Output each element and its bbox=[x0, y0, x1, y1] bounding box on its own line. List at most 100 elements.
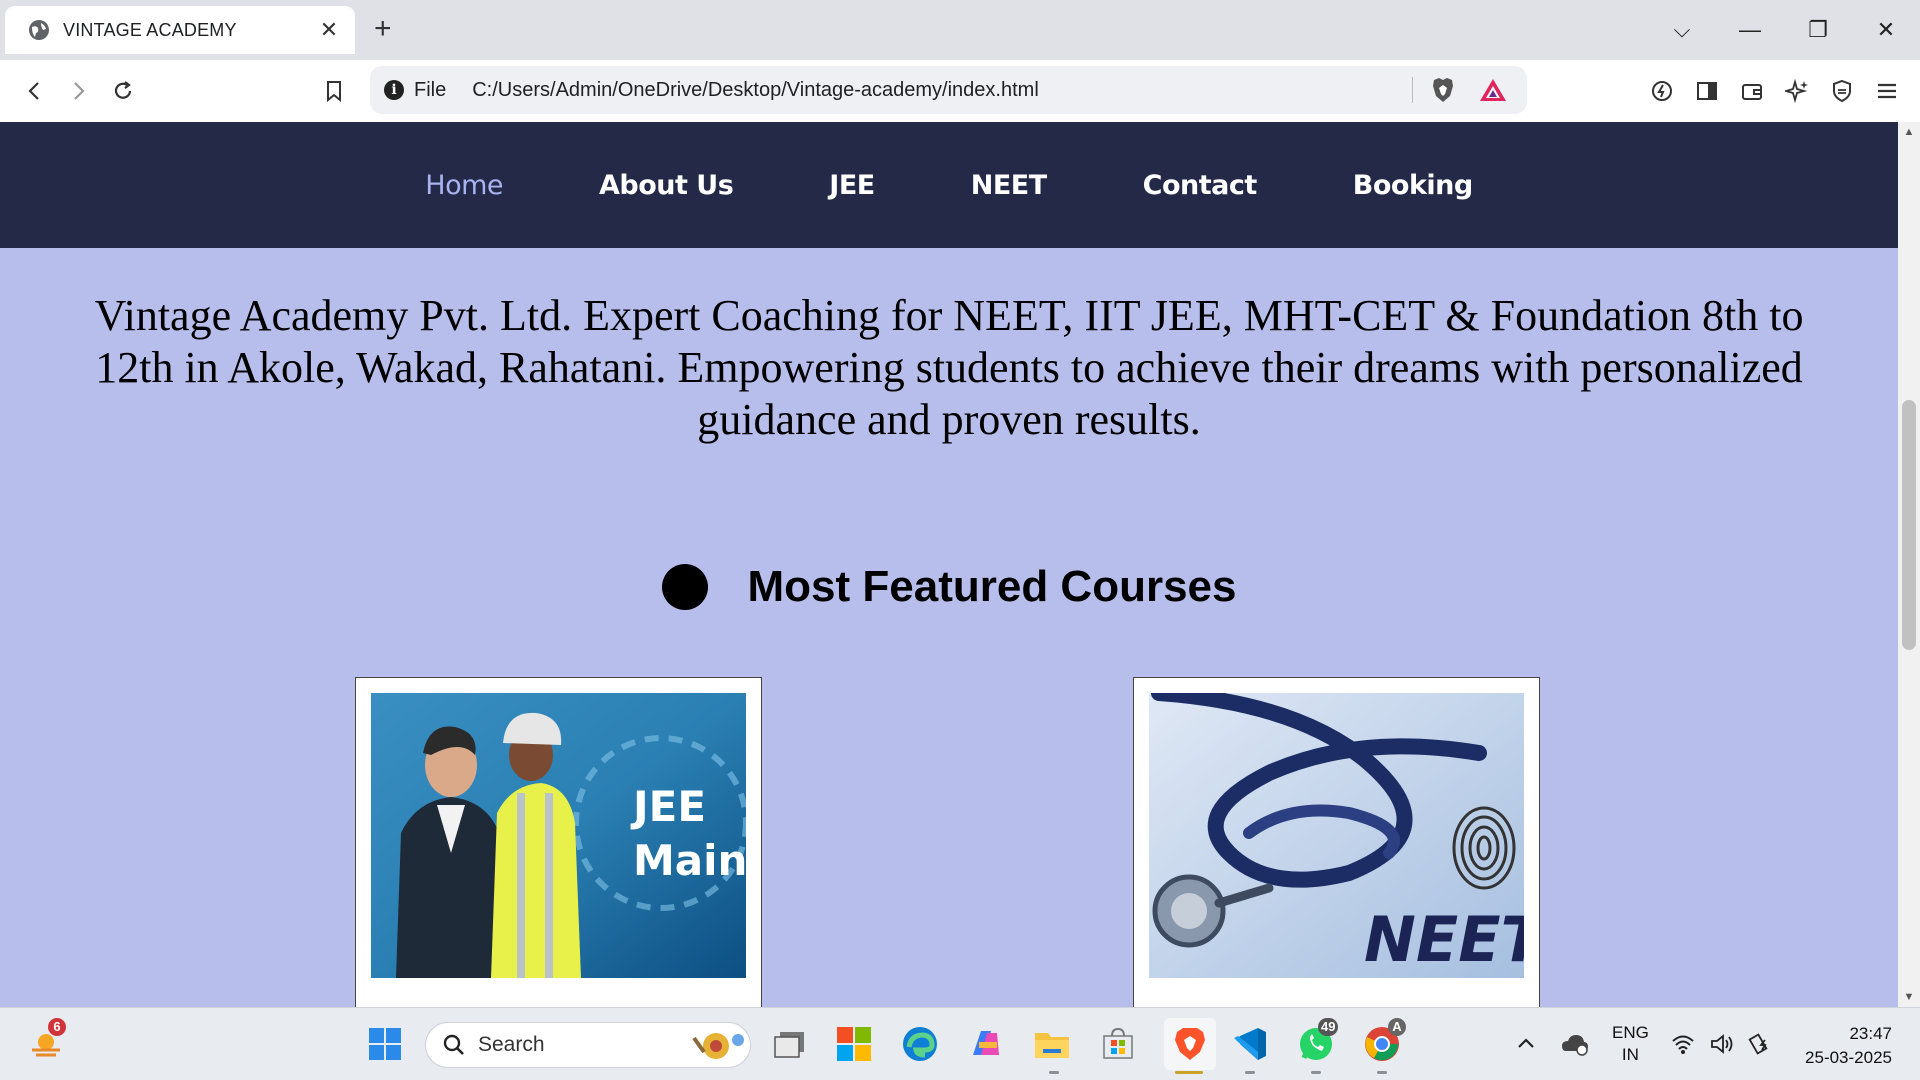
widgets-button[interactable]: 6 bbox=[26, 1018, 66, 1064]
microsoft-logo-icon bbox=[837, 1027, 871, 1061]
chrome-profile-badge: A bbox=[1388, 1018, 1406, 1036]
brave-taskbar-button[interactable] bbox=[1164, 1018, 1216, 1070]
forward-arrow-icon bbox=[74, 82, 85, 100]
tab-title: VINTAGE ACADEMY bbox=[63, 19, 237, 40]
nav-contact[interactable]: Contact bbox=[1143, 170, 1258, 201]
taskbar-search[interactable]: Search bbox=[425, 1022, 751, 1068]
tab-strip: VINTAGE ACADEMY ✕ + ⌵ — ❐ ✕ bbox=[0, 0, 1920, 60]
vscode-button[interactable] bbox=[1230, 1024, 1270, 1064]
language-code: ENG bbox=[1612, 1023, 1649, 1042]
back-button[interactable] bbox=[20, 76, 50, 106]
nav-home[interactable]: Home bbox=[425, 170, 503, 201]
vpn-shield-icon[interactable] bbox=[1827, 76, 1857, 106]
address-bar[interactable]: i File C:/Users/Admin/OneDrive/Desktop/V… bbox=[370, 66, 1527, 114]
whatsapp-button[interactable]: 49 bbox=[1296, 1018, 1339, 1064]
clock-date: 25-03-2025 bbox=[1805, 1048, 1892, 1067]
vscode-running-indicator bbox=[1245, 1071, 1255, 1074]
brave-rewards-icon[interactable] bbox=[1477, 74, 1509, 106]
nav-about-us[interactable]: About Us bbox=[599, 170, 734, 201]
brave-shields-icon[interactable] bbox=[1427, 74, 1459, 106]
page-scrollbar[interactable]: ▲ ▼ bbox=[1898, 122, 1920, 1007]
language-indicator[interactable]: ENG IN bbox=[1612, 1022, 1649, 1066]
bookmark-button[interactable] bbox=[319, 76, 349, 106]
ai-sparkle-icon[interactable] bbox=[1782, 76, 1812, 106]
wifi-button[interactable] bbox=[1668, 1024, 1698, 1064]
folder-icon bbox=[1035, 1033, 1069, 1058]
reload-icon bbox=[114, 81, 132, 99]
leo-ai-icon[interactable] bbox=[1647, 76, 1677, 106]
microsoft-store-tile-button[interactable] bbox=[834, 1024, 874, 1064]
explorer-running-indicator bbox=[1049, 1071, 1059, 1074]
scheme-label: File bbox=[414, 78, 447, 101]
brave-lion-icon bbox=[1175, 1028, 1205, 1060]
task-view-button[interactable] bbox=[770, 1024, 810, 1064]
battery-button[interactable] bbox=[1745, 1024, 1775, 1064]
clock-time: 23:47 bbox=[1849, 1024, 1892, 1043]
restore-button[interactable]: ❐ bbox=[1784, 17, 1852, 43]
jee-image-text: JEE bbox=[630, 782, 706, 831]
search-highlight-icon bbox=[692, 1033, 744, 1059]
nav-jee[interactable]: JEE bbox=[829, 170, 875, 201]
featured-courses-heading: Most Featured Courses bbox=[0, 562, 1898, 612]
windows-logo-icon bbox=[369, 1028, 401, 1060]
task-view-icon bbox=[774, 1032, 804, 1058]
bookmark-icon bbox=[327, 81, 341, 103]
back-arrow-icon bbox=[28, 82, 39, 100]
tab-search-chevron-icon[interactable]: ⌵ bbox=[1648, 17, 1716, 43]
ms-store-button[interactable] bbox=[1098, 1024, 1138, 1064]
browser-tab[interactable]: VINTAGE ACADEMY ✕ bbox=[5, 6, 355, 54]
course-card-jee[interactable]: JEE Main bbox=[355, 677, 762, 1007]
edge-icon bbox=[903, 1027, 937, 1061]
hero-description: Vintage Academy Pvt. Ltd. Expert Coachin… bbox=[94, 291, 1804, 444]
main-image-text: Main bbox=[633, 836, 746, 885]
wifi-icon bbox=[1672, 1035, 1694, 1054]
tab-close-icon[interactable]: ✕ bbox=[317, 19, 341, 41]
show-hidden-icons-button[interactable] bbox=[1506, 1024, 1546, 1064]
cloud-sync-icon bbox=[1562, 1035, 1588, 1056]
scrollbar-thumb[interactable] bbox=[1902, 400, 1916, 650]
scroll-up-icon[interactable]: ▲ bbox=[1898, 126, 1920, 138]
course-card-neet[interactable]: NEET bbox=[1133, 677, 1540, 1007]
window-controls: ⌵ — ❐ ✕ bbox=[1648, 0, 1920, 60]
copilot-icon bbox=[973, 1031, 999, 1055]
site-navbar: Home About Us JEE NEET Contact Booking bbox=[0, 122, 1898, 248]
vscode-icon bbox=[1234, 1028, 1266, 1060]
forward-button[interactable] bbox=[63, 76, 93, 106]
close-window-button[interactable]: ✕ bbox=[1852, 17, 1920, 43]
whatsapp-running-indicator bbox=[1311, 1071, 1321, 1074]
url-text[interactable]: C:/Users/Admin/OneDrive/Desktop/Vintage-… bbox=[472, 79, 1412, 102]
minimize-button[interactable]: — bbox=[1716, 17, 1784, 43]
copilot-button[interactable] bbox=[966, 1024, 1006, 1064]
edge-button[interactable] bbox=[900, 1024, 940, 1064]
brave-active-indicator bbox=[1175, 1071, 1203, 1074]
site-info-icon[interactable]: i bbox=[384, 80, 404, 100]
search-placeholder: Search bbox=[478, 1033, 545, 1056]
new-tab-button[interactable]: + bbox=[374, 14, 392, 44]
region-code: IN bbox=[1621, 1045, 1639, 1064]
neet-stethoscope-image[interactable]: NEET bbox=[1149, 693, 1524, 978]
chevron-up-icon bbox=[1518, 1038, 1534, 1048]
globe-icon bbox=[29, 20, 49, 40]
reload-button[interactable] bbox=[108, 76, 138, 106]
sidebar-icon[interactable] bbox=[1692, 76, 1722, 106]
speaker-icon bbox=[1711, 1034, 1733, 1054]
page-viewport: Home About Us JEE NEET Contact Booking V… bbox=[0, 122, 1898, 1007]
system-clock[interactable]: 23:47 25-03-2025 bbox=[1805, 1022, 1892, 1070]
nav-neet[interactable]: NEET bbox=[971, 170, 1047, 201]
nav-booking[interactable]: Booking bbox=[1353, 170, 1473, 201]
menu-icon[interactable] bbox=[1872, 76, 1902, 106]
start-button[interactable] bbox=[365, 1024, 405, 1064]
volume-button[interactable] bbox=[1708, 1024, 1738, 1064]
widgets-badge: 6 bbox=[48, 1018, 66, 1036]
scroll-down-icon[interactable]: ▼ bbox=[1898, 991, 1920, 1003]
section-title: Most Featured Courses bbox=[747, 562, 1237, 611]
wallet-icon[interactable] bbox=[1737, 76, 1767, 106]
bullet-dot-icon bbox=[661, 564, 708, 610]
jee-main-image[interactable]: JEE Main bbox=[371, 693, 746, 978]
neet-image-text: NEET bbox=[1364, 903, 1524, 976]
file-explorer-button[interactable] bbox=[1032, 1024, 1072, 1064]
onedrive-button[interactable] bbox=[1555, 1024, 1595, 1064]
chrome-button[interactable]: A bbox=[1362, 1018, 1406, 1064]
chrome-running-indicator bbox=[1377, 1071, 1387, 1074]
taskbar: 6 Search 49 A ENG IN 23:47 25-03-2025 bbox=[0, 1007, 1920, 1080]
